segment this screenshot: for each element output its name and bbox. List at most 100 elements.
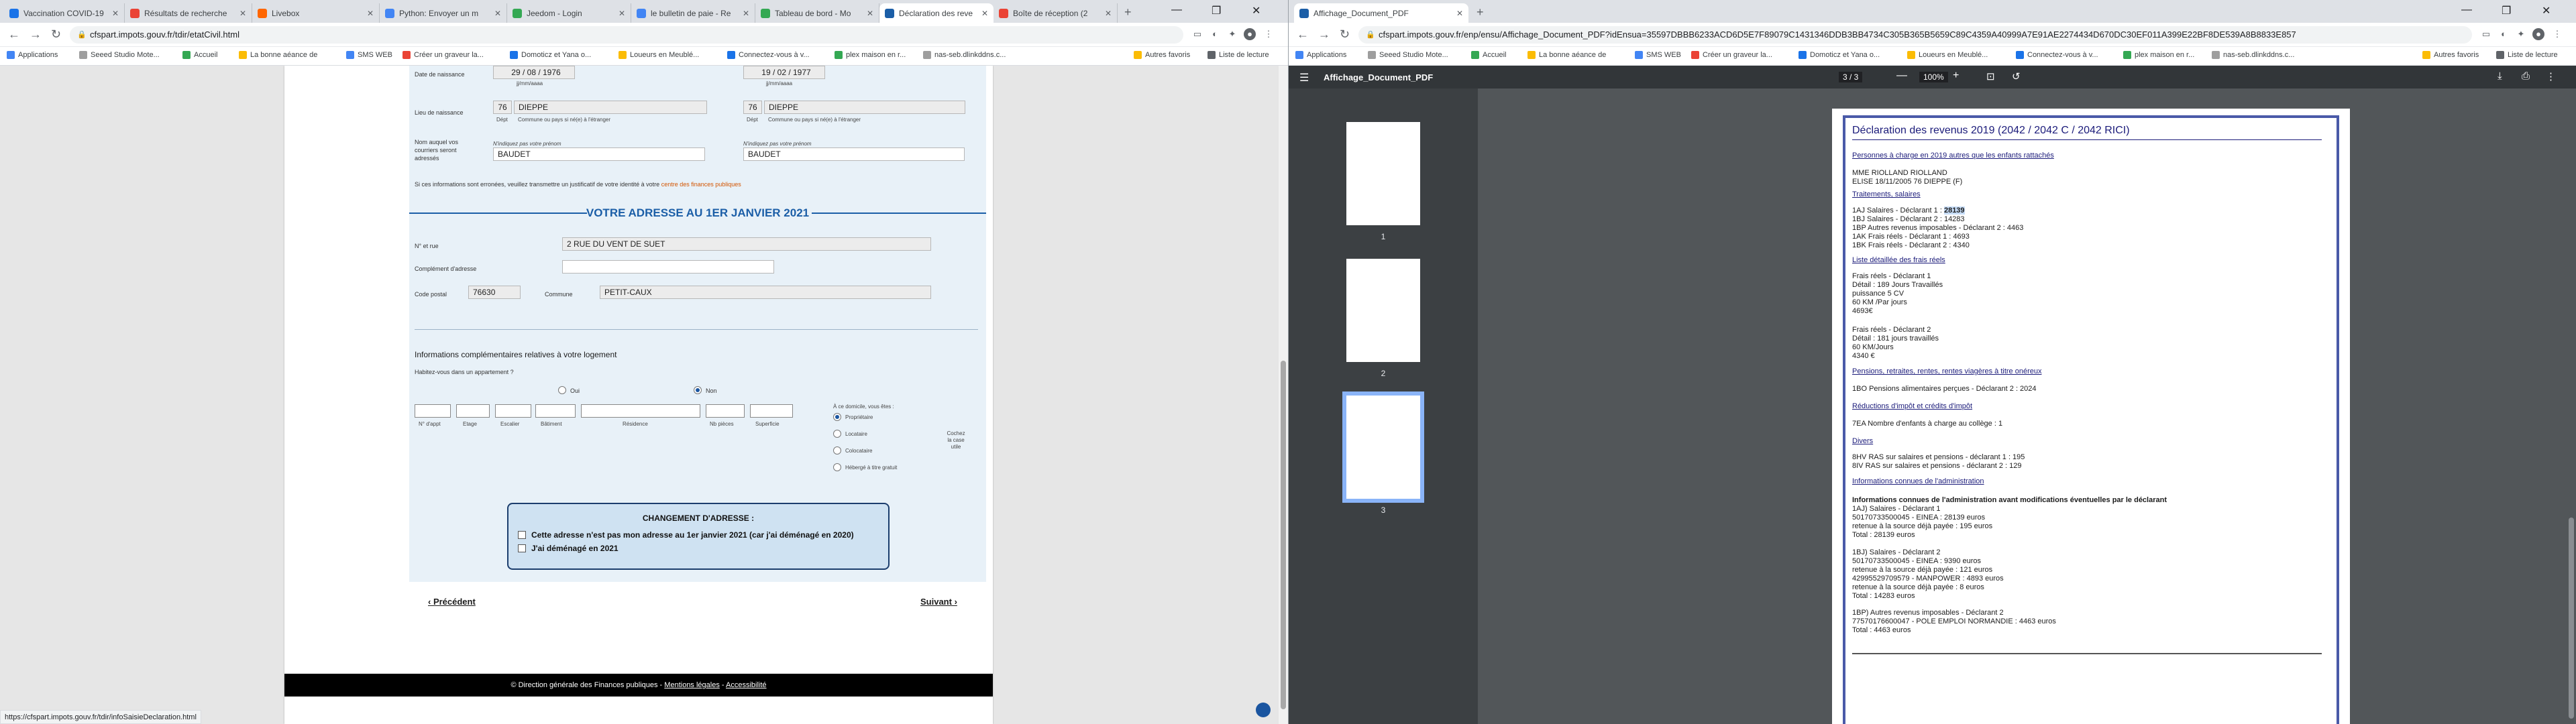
tab-pdf[interactable]: Affichage_Document_PDF ✕ [1294,3,1468,23]
minimize-icon[interactable]: — [1171,4,1182,16]
pdf-menu-icon[interactable]: ☰ [1299,71,1309,84]
bookmark-item[interactable]: Créer un graveur la... [402,51,484,59]
complement-input[interactable] [562,260,774,274]
close-tab-icon[interactable]: ✕ [743,9,749,18]
extension-icon[interactable]: ◐ [1209,28,1221,40]
finances-centre-link[interactable]: centre des finances publiques [661,181,741,188]
print-icon[interactable]: ⎙ [2522,70,2530,82]
accessibilite-link[interactable]: Accessibilité [726,681,767,689]
name-input-2[interactable]: BAUDET [743,147,965,161]
close-tab-icon[interactable]: ✕ [239,9,246,18]
page-thumbnail-1[interactable] [1346,122,1420,225]
bookmark-item[interactable]: La bonne aéance de [239,51,317,59]
tab-livebox[interactable]: Livebox ✕ [252,3,380,23]
cast-icon[interactable]: ▭ [2480,28,2492,40]
extension-icon[interactable]: ◐ [2498,28,2510,40]
reload-icon[interactable]: ↻ [1340,27,1350,42]
back-icon[interactable]: ← [1297,27,1309,42]
minimize-icon[interactable]: — [2461,4,2472,16]
tab-vaccination[interactable]: Vaccination COVID-19 ✕ [4,3,125,23]
batiment-input[interactable] [535,404,576,418]
close-tab-icon[interactable]: ✕ [494,9,501,18]
close-tab-icon[interactable]: ✕ [367,9,374,18]
new-tab-icon[interactable]: + [1477,5,1484,19]
bookmark-item[interactable]: Domoticz et Yana o... [1799,51,1880,59]
etage-input[interactable] [456,404,490,418]
avatar-icon[interactable]: ● [1244,28,1256,40]
next-link[interactable]: Suivant › [920,597,957,607]
tab-tableau[interactable]: Tableau de bord - Mo ✕ [755,3,879,23]
forward-icon[interactable]: → [1318,27,1330,42]
bookmark-item[interactable]: plex maison en r... [835,51,906,59]
mentions-legales-link[interactable]: Mentions légales [664,681,720,689]
bookmark-item[interactable]: Loueurs en Meublé... [1907,51,1988,59]
bookmark-folder[interactable]: Autres favoris [1134,51,1190,59]
bookmark-item[interactable]: SMS WEB [1635,51,1681,59]
menu-icon[interactable]: ⋮ [2551,28,2563,40]
bookmark-item[interactable]: nas-seb.dlinkddns.c... [2212,51,2294,59]
puzzle-icon[interactable]: ✦ [1226,28,1238,40]
checkbox-moved-2020[interactable] [518,531,526,539]
zoom-level[interactable]: 100% [1919,72,1948,82]
superficie-input[interactable] [750,404,793,418]
bookmark-item[interactable]: SMS WEB [346,51,392,59]
rotate-icon[interactable]: ↺ [2012,70,2021,82]
tab-bulletin[interactable]: le bulletin de paie - Re ✕ [631,3,755,23]
close-window-icon[interactable]: ✕ [2542,4,2551,17]
tab-python[interactable]: Python: Envoyer un m ✕ [380,3,507,23]
avatar-icon[interactable]: ● [2532,28,2544,40]
reading-list[interactable]: Liste de lecture [2496,51,2558,59]
tab-inbox[interactable]: Boîte de réception (2 ✕ [994,3,1118,23]
close-tab-icon[interactable]: ✕ [1105,9,1112,18]
zoom-in-icon[interactable]: + [1953,70,1959,82]
page-thumbnail-3[interactable] [1342,391,1424,503]
close-tab-icon[interactable]: ✕ [1456,9,1463,18]
previous-link[interactable]: ‹ Précédent [428,597,476,607]
radio-oui[interactable] [558,386,566,394]
bookmark-item[interactable]: Seeed Studio Mote... [1368,51,1448,59]
forward-icon[interactable]: → [30,27,42,42]
close-tab-icon[interactable]: ✕ [981,9,988,18]
name-input-1[interactable]: BAUDET [493,147,705,161]
url-input[interactable]: 🔒 cfspart.impots.gouv.fr/tdir/etatCivil.h… [70,26,1183,44]
bookmark-item[interactable]: Connectez-vous à v... [2016,51,2098,59]
bookmark-item[interactable]: Accueil [182,51,217,59]
bookmark-item[interactable]: Créer un graveur la... [1691,51,1772,59]
tab-declaration[interactable]: Déclaration des reve ✕ [879,3,994,23]
bookmark-item[interactable]: La bonne aéance de [1527,51,1606,59]
radio-locataire[interactable] [833,430,841,438]
bookmark-folder[interactable]: Autres favoris [2422,51,2479,59]
bookmark-item[interactable]: nas-seb.dlinkddns.c... [923,51,1006,59]
bookmark-item[interactable]: Loueurs en Meublé... [619,51,699,59]
fit-page-icon[interactable]: ⊡ [1986,70,1995,82]
residence-input[interactable] [581,404,700,418]
bookmark-item[interactable]: Seeed Studio Mote... [79,51,160,59]
reload-icon[interactable]: ↻ [51,27,61,42]
help-bubble-icon[interactable] [1256,703,1271,717]
pdf-scrollbar[interactable] [2567,88,2576,724]
appt-input[interactable] [415,404,451,418]
bookmark-item[interactable]: Connectez-vous à v... [727,51,810,59]
page-indicator[interactable]: 3 / 3 [1839,72,1863,82]
maximize-icon[interactable]: ❐ [1212,4,1221,17]
close-tab-icon[interactable]: ✕ [112,9,119,18]
maximize-icon[interactable]: ❐ [2502,4,2511,17]
tab-jeedom[interactable]: Jeedom - Login ✕ [507,3,631,23]
menu-icon[interactable]: ⋮ [1263,28,1275,40]
nb-pieces-input[interactable] [706,404,745,418]
more-options-icon[interactable]: ⋮ [2546,70,2556,82]
close-tab-icon[interactable]: ✕ [619,9,625,18]
download-icon[interactable]: ⤓ [2498,70,2502,82]
radio-non[interactable] [694,386,702,394]
close-tab-icon[interactable]: ✕ [867,9,873,18]
bookmark-item[interactable]: Applications [7,51,58,59]
zoom-out-icon[interactable]: — [1896,70,1907,82]
close-window-icon[interactable]: ✕ [1252,4,1260,17]
escalier-input[interactable] [495,404,531,418]
bookmark-item[interactable]: plex maison en r... [2123,51,2194,59]
bookmark-item[interactable]: Applications [1295,51,1346,59]
bookmark-item[interactable]: Domoticz et Yana o... [510,51,591,59]
page-thumbnail-2[interactable] [1346,259,1420,362]
scrollbar-thumb[interactable] [2569,518,2574,719]
radio-proprietaire[interactable] [833,413,841,421]
